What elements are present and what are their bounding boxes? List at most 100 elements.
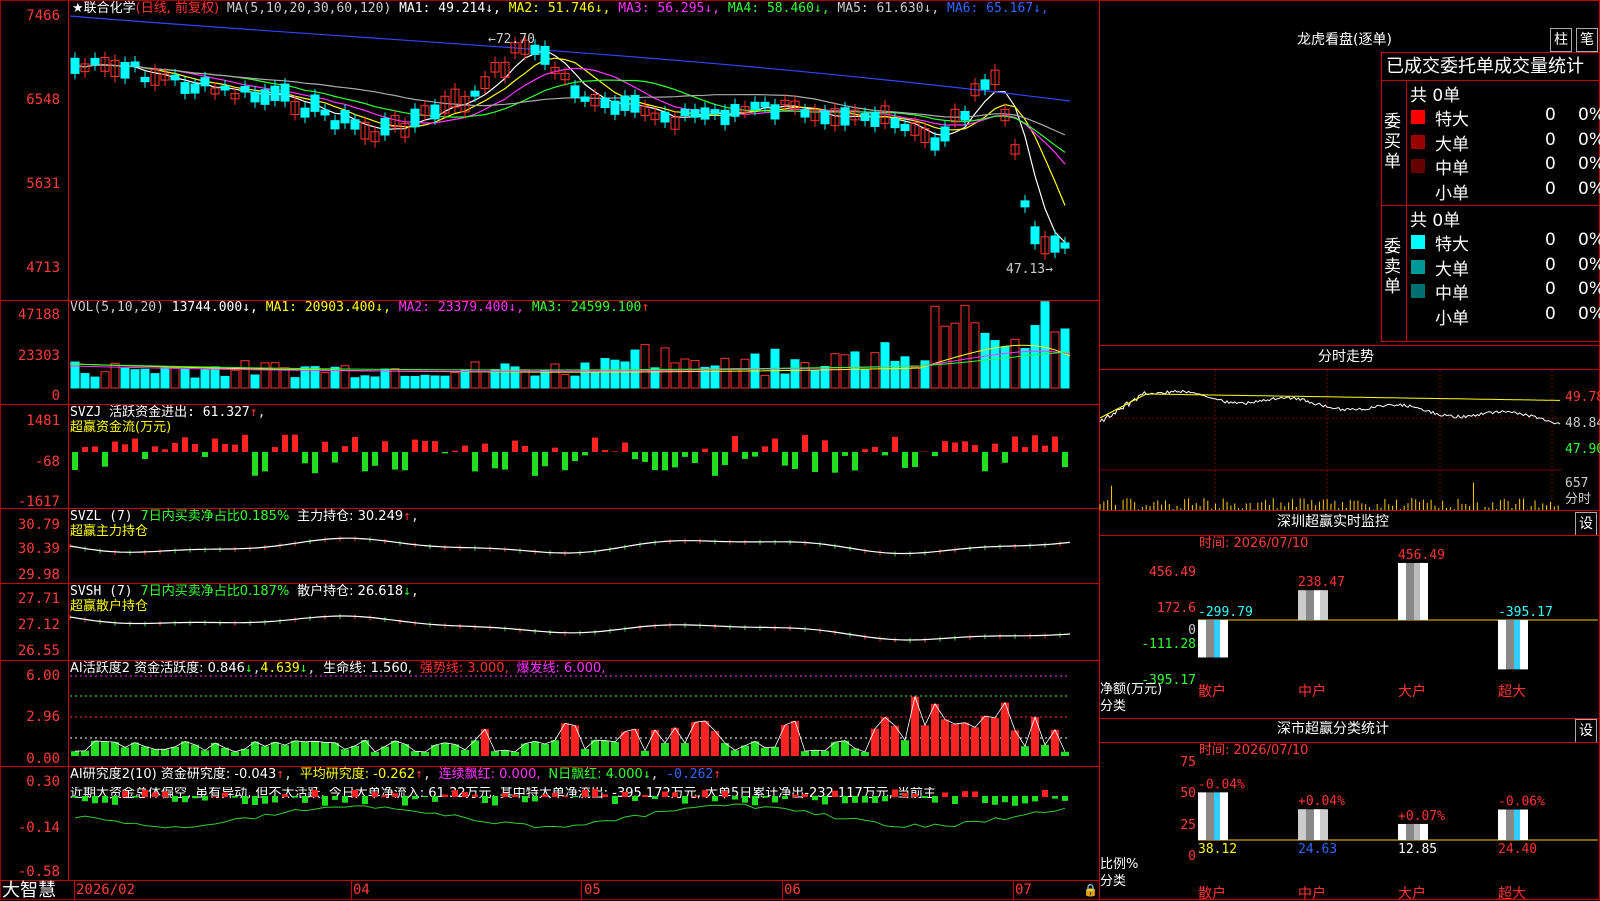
category-label: 散户: [1198, 683, 1226, 700]
candle: [321, 110, 329, 115]
volume-bar: [181, 369, 189, 388]
monitor-settings-button[interactable]: 设: [1575, 512, 1597, 536]
research-bar: [512, 795, 518, 797]
activity-bar: [341, 749, 349, 756]
candle: [681, 109, 689, 115]
activity-bar: [181, 741, 189, 756]
volume-bar: [891, 361, 899, 388]
volume-bar: [1041, 302, 1049, 388]
monitor-bar-chart[interactable]: -299.79散户238.47中户456.49大户-395.17超大: [1198, 560, 1600, 720]
bar-大户: [1398, 824, 1428, 840]
volume-tick: 47188: [0, 307, 60, 323]
bar-超大: [1498, 620, 1528, 669]
bar-segment: [1198, 620, 1206, 657]
order-row-pct: 0%: [1578, 154, 1600, 174]
volume-bar: [381, 369, 389, 388]
order-row-name: 中单: [1435, 154, 1469, 179]
activity-bar: [301, 742, 309, 756]
price-tick: 6548: [0, 92, 60, 108]
volume-bar: [911, 367, 919, 388]
volume-bar: [581, 363, 589, 388]
svzl-chart[interactable]: [70, 530, 1100, 582]
volume-bar: [841, 355, 849, 388]
research-bar: [492, 796, 498, 806]
class-settings-button[interactable]: 设: [1575, 719, 1597, 743]
flow-bar: [562, 452, 568, 470]
flow-bar: [102, 452, 108, 467]
bar-segment: [1420, 824, 1428, 840]
high-note: ←72.70: [488, 33, 535, 47]
order-row-count: 0: [1545, 230, 1556, 250]
activity-bar: [901, 740, 909, 756]
candlestick-chart[interactable]: [70, 16, 1100, 298]
flow-bar: [872, 447, 878, 452]
class-bar-chart[interactable]: -0.04%散户38.12+0.04%中户24.63+0.07%大户12.85-…: [1198, 760, 1600, 900]
svsh-label-line: SVSH (7) 7日内买卖净占比0.187% 散户持仓: 26.618↓,: [70, 585, 419, 599]
flow-bar: [72, 452, 78, 470]
candle: [821, 111, 829, 124]
activity-bar: [631, 729, 639, 756]
flow-bar: [412, 440, 418, 452]
volume-bar: [191, 378, 199, 388]
class-time: 时间: 2026/07/10: [1199, 744, 1308, 758]
bar-value-label: 238.47: [1298, 575, 1345, 590]
volume-bar: [811, 371, 819, 388]
flow-bar: [162, 449, 168, 452]
buy-side-label: 委买单: [1384, 112, 1402, 172]
order-row-count: 0: [1545, 304, 1556, 324]
bar-value-label: +0.04%: [1298, 794, 1345, 809]
research-bar: [302, 796, 308, 803]
lock-icon[interactable]: 🔒: [1083, 883, 1098, 897]
research-bar: [182, 796, 188, 802]
ai1-chart[interactable]: [70, 676, 1100, 766]
volume-bar: [371, 377, 379, 388]
ma-line-6: [70, 16, 1070, 101]
research-bar: [82, 796, 88, 801]
flow-bar: [442, 452, 448, 453]
flow-bar: [332, 452, 338, 463]
activity-bar: [461, 750, 469, 756]
research-bar: [462, 792, 468, 797]
research-bar: [912, 794, 918, 797]
activity-bar: [961, 723, 969, 756]
activity-bar: [271, 742, 279, 756]
svsh-chart[interactable]: [70, 603, 1100, 659]
intraday-chart[interactable]: [1100, 370, 1562, 510]
ai1-label-line: AI活跃度2 资金活跃度: 0.846↓,4.639↓, 生命线: 1.560,…: [70, 662, 605, 676]
flow-bar: [912, 452, 918, 467]
low-note: 47.13→: [1006, 263, 1053, 277]
candle: [1061, 243, 1069, 248]
brand-logo: 大智慧: [2, 881, 56, 901]
candle: [381, 118, 389, 135]
candle: [221, 86, 229, 90]
svzj-chart[interactable]: [70, 436, 1100, 506]
date-label: 07: [1015, 883, 1032, 897]
flow-bar: [252, 452, 258, 476]
activity-bar: [131, 743, 139, 756]
volume-tick: 0: [0, 388, 60, 404]
research-bar: [742, 796, 748, 803]
research-bar: [612, 796, 618, 804]
activity-bar: [581, 749, 589, 756]
ai2-chart[interactable]: [70, 804, 1100, 878]
ma-line-4: [75, 65, 1065, 152]
tick-mode-button[interactable]: 笔: [1576, 28, 1598, 52]
bar-mode-button[interactable]: 柱: [1550, 28, 1572, 52]
flow-bar: [892, 437, 898, 452]
stock-title[interactable]: ★联合化学: [72, 1, 136, 16]
order-row-pct: 0%: [1578, 179, 1600, 199]
research-bar: [372, 792, 378, 797]
volume-chart[interactable]: [70, 316, 1100, 404]
activity-bar: [601, 741, 609, 756]
research-bar: [432, 796, 438, 802]
monitor-xlabel: 分类: [1100, 700, 1126, 714]
order-color-swatch: [1411, 184, 1425, 198]
candle: [931, 138, 939, 150]
activity-bar: [571, 726, 579, 756]
flow-bar: [732, 436, 738, 452]
bar-segment: [1306, 809, 1314, 840]
intraday-vol-tick: 657: [1565, 477, 1588, 491]
candle: [701, 108, 709, 119]
candle: [621, 96, 629, 110]
svzl-label-b: 7日内买卖净占比0.185%: [140, 509, 289, 524]
